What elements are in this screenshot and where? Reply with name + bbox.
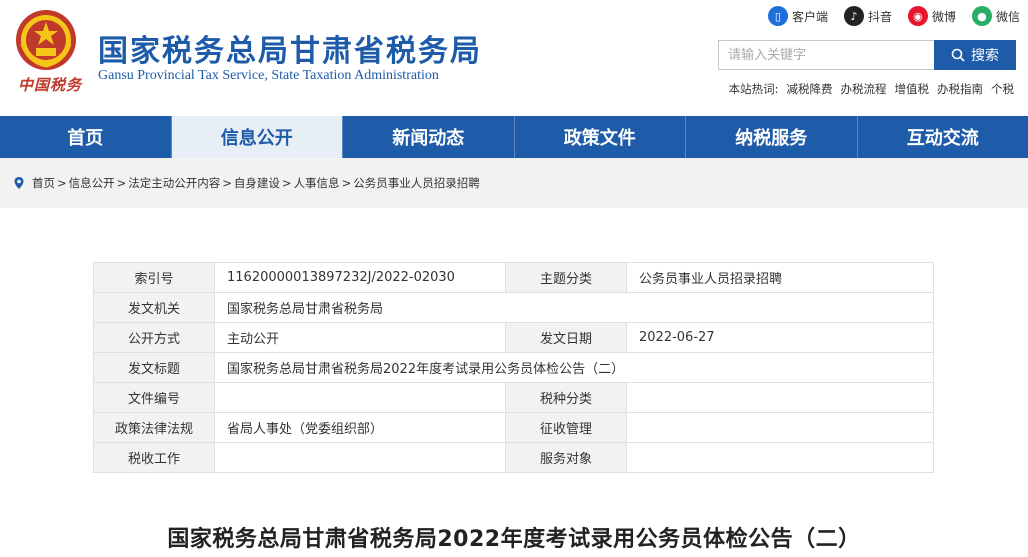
social-douyin-label: 抖音 xyxy=(867,9,892,24)
brand-logo-text: 中国税务 xyxy=(18,76,83,94)
info-label: 发文机关 xyxy=(93,292,215,323)
nav-item-policy[interactable]: 政策文件 xyxy=(515,116,686,158)
table-row: 政策法律法规 省局人事处（党委组织部） 征收管理 xyxy=(93,412,934,443)
social-weibo-label: 微博 xyxy=(931,9,956,24)
table-row: 索引号 11620000013897232J/2022-02030 主题分类 公… xyxy=(93,262,934,293)
breadcrumb-item[interactable]: 公务员事业人员招录招聘 xyxy=(353,175,480,191)
nav-item-home[interactable]: 首页 xyxy=(0,116,172,158)
weibo-icon: ◉ xyxy=(907,6,928,26)
document-title: 国家税务总局甘肃省税务局2022年度考试录用公务员体检公告（二） xyxy=(167,527,861,552)
social-links: ▯ 客户端 ♪ 抖音 ◉ 微博 ● 微信 xyxy=(767,6,1020,26)
info-value xyxy=(214,382,506,413)
info-label: 发文日期 xyxy=(505,322,627,353)
info-label: 主题分类 xyxy=(505,262,627,293)
site-subtitle: Gansu Provincial Tax Service, State Taxa… xyxy=(98,68,439,83)
mobile-icon: ▯ xyxy=(767,6,788,26)
info-value: 省局人事处（党委组织部） xyxy=(214,412,506,443)
info-label: 税种分类 xyxy=(505,382,627,413)
hotword-link[interactable]: 个税 xyxy=(991,81,1014,97)
social-wechat-label: 微信 xyxy=(995,9,1020,24)
search-box: 搜索 xyxy=(718,40,1016,70)
social-douyin[interactable]: ♪ 抖音 xyxy=(843,6,892,26)
breadcrumb-item[interactable]: 人事信息 xyxy=(294,175,340,191)
hotwords: 本站热词: 减税降费 办税流程 增值税 办税指南 个税 xyxy=(729,81,1014,97)
info-value xyxy=(626,412,934,443)
info-value xyxy=(626,442,934,473)
breadcrumb-item[interactable]: 首页 xyxy=(32,175,55,191)
info-label: 征收管理 xyxy=(505,412,627,443)
search-input[interactable] xyxy=(718,40,934,70)
info-value: 国家税务总局甘肃省税务局2022年度考试录用公务员体检公告（二） xyxy=(214,352,934,383)
info-value: 2022-06-27 xyxy=(626,322,934,353)
info-value: 11620000013897232J/2022-02030 xyxy=(214,262,506,293)
table-row: 税收工作 服务对象 xyxy=(93,442,934,473)
hotword-link[interactable]: 减税降费 xyxy=(787,81,833,97)
table-row: 公开方式 主动公开 发文日期 2022-06-27 xyxy=(93,322,934,353)
info-label: 索引号 xyxy=(93,262,215,293)
info-value xyxy=(214,442,506,473)
breadcrumb: 首页 > 信息公开 > 法定主动公开内容 > 自身建设 > 人事信息 > 公务员事业人员招… xyxy=(0,158,1028,208)
social-client[interactable]: ▯ 客户端 xyxy=(767,6,828,26)
info-value: 主动公开 xyxy=(214,322,506,353)
hotwords-label: 本站热词: xyxy=(728,82,779,96)
site-header: 中国税务 国家税务总局甘肃省税务局 Gansu Provincial Tax S… xyxy=(0,0,1028,116)
info-value: 公务员事业人员招录招聘 xyxy=(626,262,934,293)
info-label: 税收工作 xyxy=(93,442,215,473)
nav-item-tax-service[interactable]: 纳税服务 xyxy=(686,116,858,158)
info-label: 服务对象 xyxy=(505,442,627,473)
wechat-icon: ● xyxy=(971,6,992,26)
search-icon xyxy=(951,48,965,62)
social-wechat[interactable]: ● 微信 xyxy=(971,6,1020,26)
tax-emblem-icon[interactable] xyxy=(14,8,78,72)
hotword-link[interactable]: 办税流程 xyxy=(841,81,887,97)
info-value: 国家税务总局甘肃省税务局 xyxy=(214,292,934,323)
info-label: 公开方式 xyxy=(93,322,215,353)
info-value xyxy=(626,382,934,413)
breadcrumb-item[interactable]: 自身建设 xyxy=(234,175,280,191)
search-button-label: 搜索 xyxy=(971,48,999,64)
table-row: 文件编号 税种分类 xyxy=(93,382,934,413)
main-nav: 首页 信息公开 新闻动态 政策文件 纳税服务 互动交流 xyxy=(0,116,1028,158)
site-title[interactable]: 国家税务总局甘肃省税务局 xyxy=(98,26,482,70)
nav-item-interaction[interactable]: 互动交流 xyxy=(858,116,1028,158)
nav-item-news[interactable]: 新闻动态 xyxy=(343,116,515,158)
search-button[interactable]: 搜索 xyxy=(934,40,1016,70)
info-label: 发文标题 xyxy=(93,352,215,383)
info-label: 政策法律法规 xyxy=(93,412,215,443)
table-row: 发文标题 国家税务总局甘肃省税务局2022年度考试录用公务员体检公告（二） xyxy=(93,352,934,383)
breadcrumb-item[interactable]: 法定主动公开内容 xyxy=(128,175,220,191)
nav-item-info-disclosure[interactable]: 信息公开 xyxy=(171,116,343,158)
social-client-label: 客户端 xyxy=(791,9,828,24)
breadcrumb-item[interactable]: 信息公开 xyxy=(69,175,115,191)
table-row: 发文机关 国家税务总局甘肃省税务局 xyxy=(93,292,934,323)
social-weibo[interactable]: ◉ 微博 xyxy=(907,6,956,26)
hotword-link[interactable]: 办税指南 xyxy=(937,81,983,97)
douyin-icon: ♪ xyxy=(843,6,864,26)
document-info-table: 索引号 11620000013897232J/2022-02030 主题分类 公… xyxy=(93,262,934,473)
hotword-link[interactable]: 增值税 xyxy=(895,81,930,97)
location-pin-icon xyxy=(14,177,24,189)
info-label: 文件编号 xyxy=(93,382,215,413)
